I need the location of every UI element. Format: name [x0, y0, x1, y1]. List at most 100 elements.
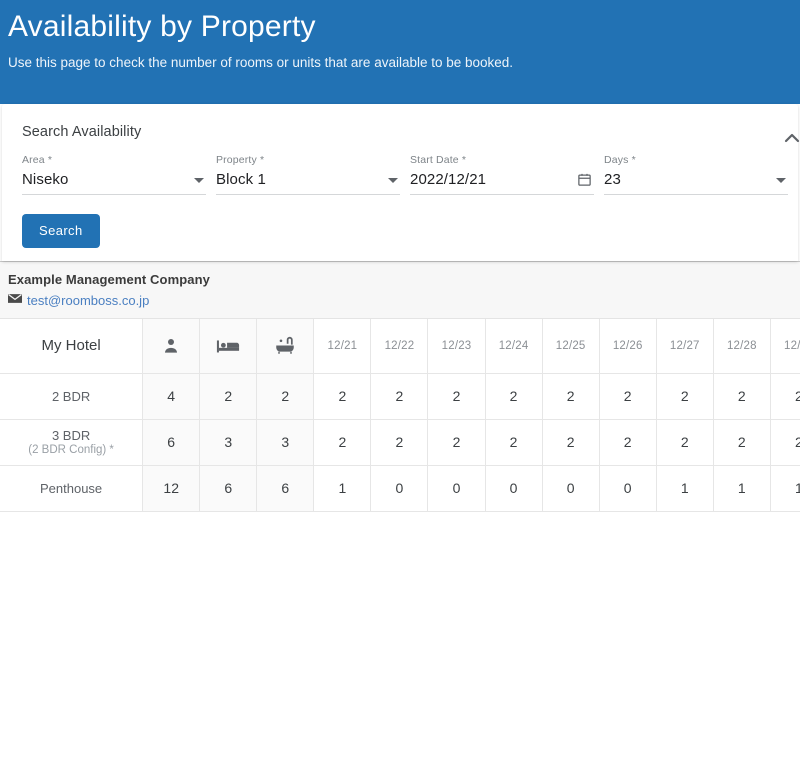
page-header: Availability by Property Use this page t…	[0, 0, 800, 104]
table-head: My Hotel 12/21 12/22 12/23 12/24 12/25 1…	[0, 319, 800, 374]
availability-cell: 2	[770, 419, 800, 466]
availability-cell: 1	[656, 465, 714, 512]
bedrooms-header	[199, 319, 258, 374]
availability-table: My Hotel 12/21 12/22 12/23 12/24 12/25 1…	[0, 319, 800, 512]
availability-cell: 2	[485, 373, 543, 420]
date-header: 12/27	[656, 319, 714, 374]
table-row: 2 BDR 4 2 2 2 2 2 2 2 2 2 2 2	[0, 373, 800, 420]
page-subtitle: Use this page to check the number of roo…	[8, 55, 514, 70]
chevron-down-icon[interactable]	[388, 178, 398, 183]
calendar-icon[interactable]	[577, 172, 592, 187]
property-field[interactable]: Property * Block 1	[216, 154, 400, 197]
search-availability-card: Search Availability Area * Niseko Proper…	[2, 104, 800, 261]
page-title: Availability by Property	[8, 10, 316, 43]
room-type-label: 3 BDR (2 BDR Config) *	[0, 419, 144, 466]
bathtub-icon	[257, 335, 313, 356]
room-type-name: 2 BDR	[51, 388, 91, 404]
days-field[interactable]: Days * 23	[604, 154, 788, 197]
availability-cell: 2	[313, 419, 372, 466]
area-value: Niseko	[22, 171, 69, 188]
search-fields: Area * Niseko Property * Block 1 Start D…	[2, 140, 798, 197]
mail-icon	[8, 291, 22, 309]
company-email-row: test@roomboss.co.jp	[8, 291, 800, 309]
availability-cell: 2	[542, 373, 600, 420]
chevron-up-icon[interactable]	[780, 126, 800, 150]
date-header: 12/26	[599, 319, 657, 374]
availability-cell: 2	[370, 419, 429, 466]
property-name-header: My Hotel	[0, 319, 144, 374]
availability-cell: 2	[656, 373, 714, 420]
room-type-subtitle: (2 BDR Config) *	[28, 444, 114, 456]
chevron-down-icon[interactable]	[194, 178, 204, 183]
room-type-name: 3 BDR	[51, 428, 91, 443]
room-type-name: Penthouse	[40, 480, 103, 496]
search-card-title: Search Availability	[22, 124, 142, 140]
chevron-down-icon[interactable]	[776, 178, 786, 183]
max-occupancy-header	[142, 319, 201, 374]
availability-cell: 0	[427, 465, 486, 512]
date-header: 12/24	[485, 319, 543, 374]
table-body: 2 BDR 4 2 2 2 2 2 2 2 2 2 2 2 3 BDR (2 B…	[0, 373, 800, 512]
availability-cell: 0	[599, 465, 657, 512]
search-card-header: Search Availability	[2, 104, 798, 140]
days-label: Days *	[604, 154, 636, 166]
date-header: 12/25	[542, 319, 600, 374]
start-date-input[interactable]: 2022/12/21	[410, 170, 594, 195]
availability-cell: 2	[485, 419, 543, 466]
attribute-cell: 12	[142, 465, 201, 512]
availability-cell: 1	[770, 465, 800, 512]
table-header-row: My Hotel 12/21 12/22 12/23 12/24 12/25 1…	[0, 319, 800, 374]
date-header: 12/23	[427, 319, 486, 374]
area-field[interactable]: Area * Niseko	[22, 154, 206, 197]
area-label: Area *	[22, 154, 53, 166]
date-header: 12/22	[370, 319, 429, 374]
search-button[interactable]: Search	[22, 214, 100, 248]
attribute-cell: 2	[256, 373, 315, 420]
area-select[interactable]: Niseko	[22, 170, 206, 195]
attribute-cell: 4	[142, 373, 201, 420]
availability-cell: 2	[713, 373, 771, 420]
availability-cell: 2	[599, 419, 657, 466]
availability-cell: 0	[542, 465, 600, 512]
room-type-label: Penthouse	[0, 465, 144, 512]
availability-cell: 0	[370, 465, 429, 512]
start-date-value: 2022/12/21	[410, 171, 487, 188]
availability-cell: 2	[370, 373, 429, 420]
availability-cell: 2	[427, 419, 486, 466]
property-select[interactable]: Block 1	[216, 170, 400, 195]
company-email-link[interactable]: test@roomboss.co.jp	[27, 293, 149, 308]
attribute-cell: 3	[199, 419, 258, 466]
availability-cell: 2	[542, 419, 600, 466]
person-icon	[143, 336, 199, 356]
attribute-cell: 6	[142, 419, 201, 466]
availability-table-wrap: My Hotel 12/21 12/22 12/23 12/24 12/25 1…	[0, 319, 800, 512]
table-row: 3 BDR (2 BDR Config) * 6 3 3 2 2 2 2 2 2…	[0, 419, 800, 466]
start-date-field[interactable]: Start Date * 2022/12/21	[410, 154, 594, 197]
availability-cell: 2	[313, 373, 372, 420]
bathrooms-header	[256, 319, 315, 374]
start-date-label: Start Date *	[410, 154, 467, 166]
date-header: 12/29	[770, 319, 800, 374]
days-value: 23	[604, 171, 621, 188]
availability-cell: 2	[427, 373, 486, 420]
room-type-label: 2 BDR	[0, 373, 144, 420]
availability-cell: 0	[485, 465, 543, 512]
date-header: 12/21	[313, 319, 372, 374]
availability-cell: 2	[656, 419, 714, 466]
date-header: 12/28	[713, 319, 771, 374]
attribute-cell: 6	[199, 465, 258, 512]
availability-cell: 1	[713, 465, 771, 512]
days-select[interactable]: 23	[604, 170, 788, 195]
attribute-cell: 2	[199, 373, 258, 420]
availability-cell: 2	[770, 373, 800, 420]
availability-cell: 2	[713, 419, 771, 466]
availability-cell: 2	[599, 373, 657, 420]
table-row: Penthouse 12 6 6 1 0 0 0 0 0 1 1 1	[0, 465, 800, 512]
availability-cell: 1	[313, 465, 372, 512]
property-value: Block 1	[216, 171, 266, 188]
availability-page: Availability by Property Use this page t…	[0, 0, 800, 779]
property-label: Property *	[216, 154, 265, 166]
attribute-cell: 6	[256, 465, 315, 512]
bed-icon	[200, 336, 256, 356]
company-banner: Example Management Company test@roomboss…	[0, 261, 800, 319]
